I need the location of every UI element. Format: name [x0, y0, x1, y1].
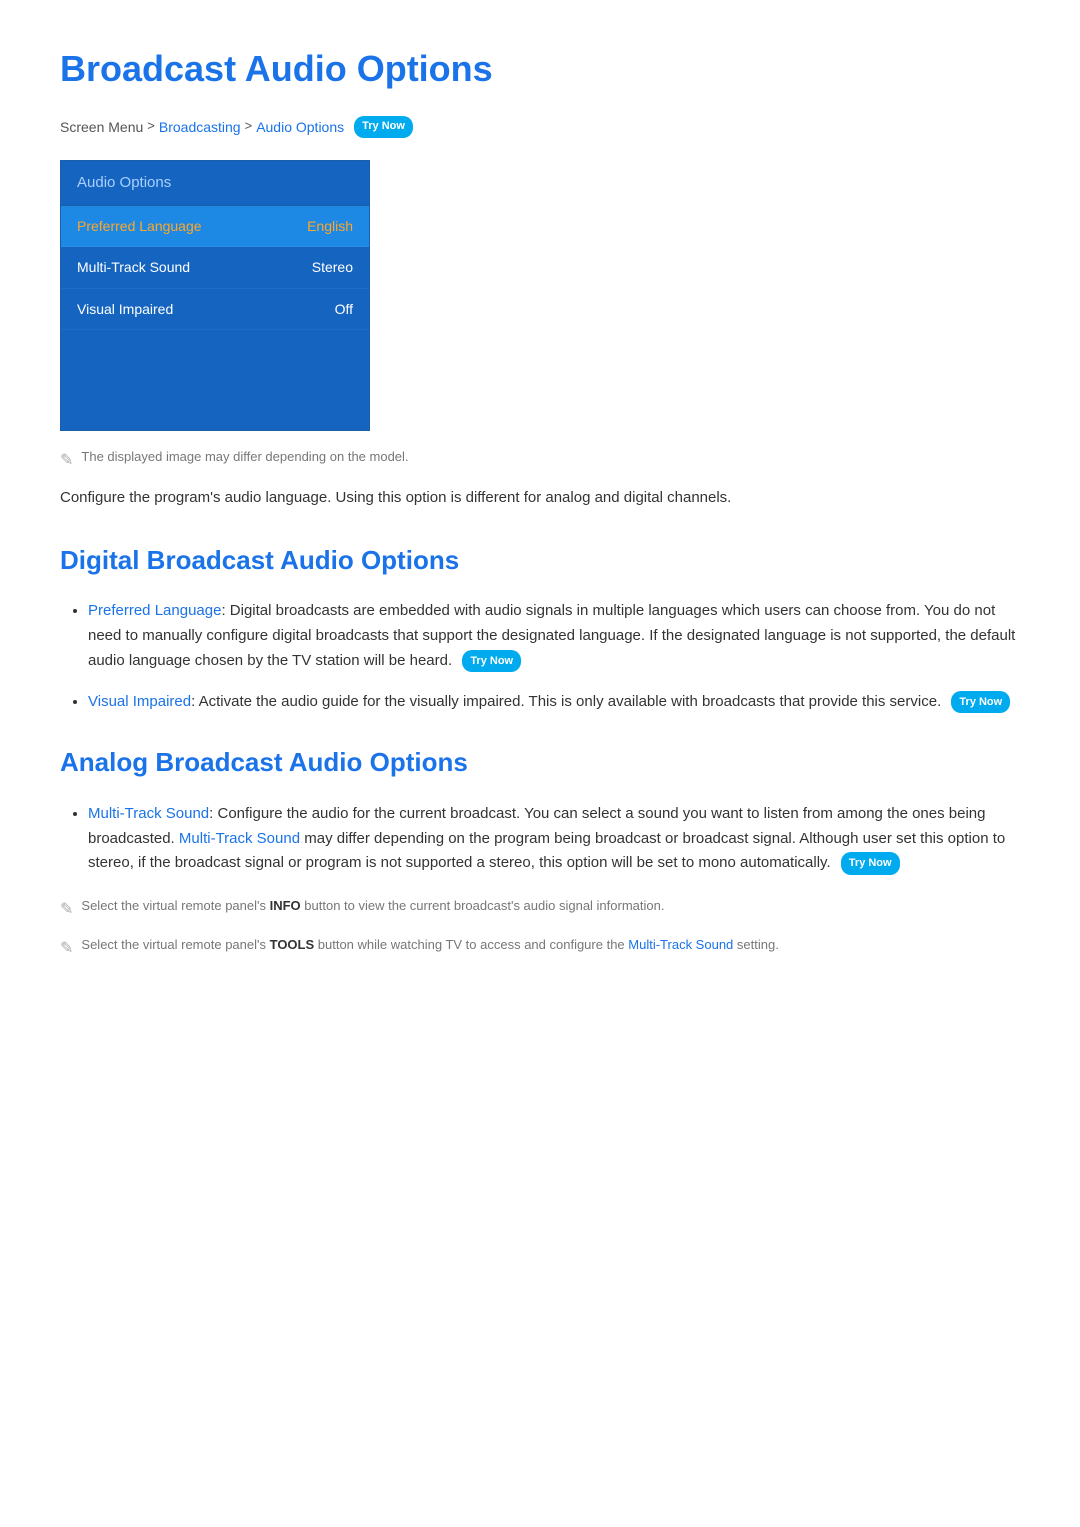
breadcrumb-link-audio-options[interactable]: Audio Options — [256, 116, 344, 138]
analog-note-tools-before: Select the virtual remote panel's — [81, 937, 269, 952]
digital-section: Digital Broadcast Audio Options Preferre… — [60, 540, 1020, 715]
intro-body-text: Configure the program's audio language. … — [60, 486, 1020, 510]
analog-note-tools-text: Select the virtual remote panel's TOOLS … — [81, 935, 778, 956]
analog-note-info-before: Select the virtual remote panel's — [81, 898, 269, 913]
analog-note-info-text: Select the virtual remote panel's INFO b… — [81, 896, 664, 917]
analog-note-info: ✎ Select the virtual remote panel's INFO… — [60, 896, 1020, 923]
analog-bullet-list: Multi-Track Sound: Configure the audio f… — [60, 802, 1020, 876]
pencil-icon-2: ✎ — [60, 897, 73, 923]
digital-bullet-list: Preferred Language: Digital broadcasts a… — [60, 599, 1020, 714]
breadcrumb-sep2: > — [245, 116, 253, 137]
info-bold: INFO — [270, 898, 301, 913]
pencil-icon: ✎ — [60, 448, 73, 474]
visual-impaired-try-now[interactable]: Try Now — [951, 691, 1010, 713]
note-text: The displayed image may differ depending… — [81, 447, 408, 468]
analog-note-tools-end: setting. — [733, 937, 779, 952]
page-title: Broadcast Audio Options — [60, 40, 1020, 98]
ui-panel-row-label-visual: Visual Impaired — [77, 298, 173, 320]
analog-note-info-after: button to view the current broadcast's a… — [301, 898, 665, 913]
ui-panel-header: Audio Options — [61, 161, 369, 206]
ui-panel-row-value-visual: Off — [335, 298, 353, 320]
preferred-language-try-now[interactable]: Try Now — [462, 650, 521, 672]
ui-panel-row-label-multi: Multi-Track Sound — [77, 256, 190, 278]
ui-panel-row-multi-track[interactable]: Multi-Track Sound Stereo — [61, 247, 369, 288]
breadcrumb-sep1: > — [147, 116, 155, 137]
ui-panel-row-value-multi: Stereo — [312, 256, 353, 278]
analog-section-title: Analog Broadcast Audio Options — [60, 742, 1020, 784]
multi-track-try-now[interactable]: Try Now — [841, 852, 900, 874]
breadcrumb: Screen Menu > Broadcasting > Audio Optio… — [60, 116, 1020, 138]
tools-bold: TOOLS — [270, 937, 315, 952]
pencil-icon-3: ✎ — [60, 936, 73, 962]
ui-panel-row-visual-impaired[interactable]: Visual Impaired Off — [61, 289, 369, 330]
breadcrumb-try-now-badge[interactable]: Try Now — [354, 116, 413, 138]
preferred-language-link[interactable]: Preferred Language — [88, 602, 221, 619]
multi-track-link[interactable]: Multi-Track Sound — [88, 805, 209, 822]
digital-section-title: Digital Broadcast Audio Options — [60, 540, 1020, 582]
visual-impaired-link[interactable]: Visual Impaired — [88, 693, 191, 710]
preferred-language-text: : Digital broadcasts are embedded with a… — [88, 602, 1015, 669]
breadcrumb-root: Screen Menu — [60, 116, 143, 138]
ui-panel-row-value-preferred: English — [307, 215, 353, 237]
note-image-model: ✎ The displayed image may differ dependi… — [60, 447, 1020, 474]
ui-panel: Audio Options Preferred Language English… — [60, 160, 370, 431]
multi-track-link2[interactable]: Multi-Track Sound — [179, 830, 300, 847]
analog-section: Analog Broadcast Audio Options Multi-Tra… — [60, 742, 1020, 961]
ui-panel-row-label-preferred: Preferred Language — [77, 215, 202, 237]
breadcrumb-link-broadcasting[interactable]: Broadcasting — [159, 116, 241, 138]
ui-panel-row-preferred-language[interactable]: Preferred Language English — [61, 206, 369, 247]
list-item-visual-impaired: Visual Impaired: Activate the audio guid… — [88, 690, 1020, 715]
multi-track-sound-link-note[interactable]: Multi-Track Sound — [628, 937, 733, 952]
visual-impaired-text: : Activate the audio guide for the visua… — [191, 693, 941, 710]
ui-panel-empty-space — [61, 330, 369, 430]
analog-note-tools-after: button while watching TV to access and c… — [314, 937, 628, 952]
analog-note-tools: ✎ Select the virtual remote panel's TOOL… — [60, 935, 1020, 962]
list-item-preferred-language: Preferred Language: Digital broadcasts a… — [88, 599, 1020, 673]
list-item-multi-track: Multi-Track Sound: Configure the audio f… — [88, 802, 1020, 876]
